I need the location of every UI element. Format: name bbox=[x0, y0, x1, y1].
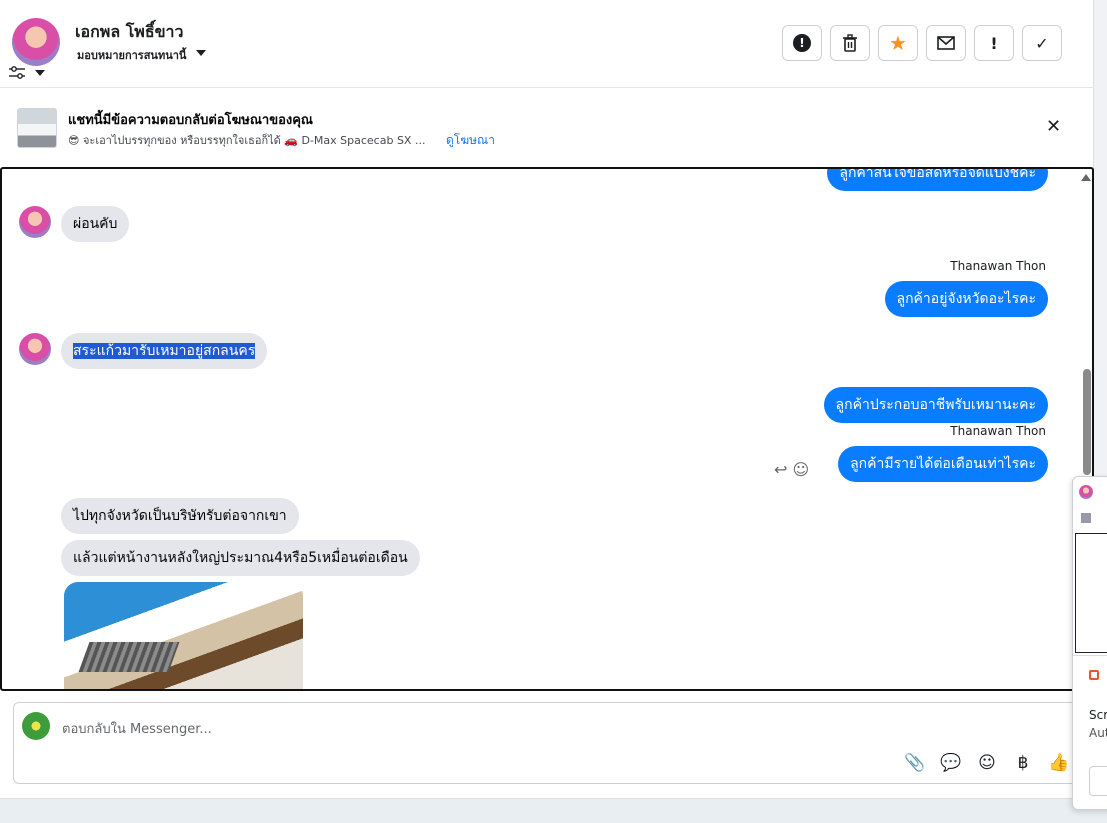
avatar[interactable] bbox=[19, 206, 51, 238]
sender-name: Thanawan Thon bbox=[950, 259, 1046, 273]
avatar bbox=[1079, 485, 1093, 499]
mark-done-button[interactable]: ✓ bbox=[1022, 25, 1062, 61]
ad-banner-title: แชทนี้มีข้อความตอบกลับต่อโฆษณาของคุณ bbox=[68, 113, 313, 128]
scissors-icon bbox=[1089, 670, 1099, 680]
chevron-down-icon[interactable] bbox=[35, 70, 45, 76]
message-bubble-outgoing[interactable]: ลูกค้าอยู่จังหวัดอะไรคะ bbox=[884, 281, 1048, 317]
notification-card[interactable]: Scr Aut bbox=[1073, 655, 1107, 809]
check-icon: ✓ bbox=[1035, 33, 1049, 53]
sender-name: Thanawan Thon bbox=[950, 424, 1046, 438]
saved-reply-icon[interactable]: 💬 bbox=[939, 751, 963, 775]
view-ad-link[interactable]: ดูโฆษณา bbox=[446, 131, 495, 150]
assign-conversation-dropdown[interactable]: มอบหมายการสนทนานี้ bbox=[77, 46, 186, 64]
ad-banner-subtitle: 😎 จะเอาไปบรรทุกของ หรือบรรทุกใจเธอก็ได้ … bbox=[68, 134, 426, 147]
thumbs-up-icon[interactable]: 👍 bbox=[1047, 751, 1071, 775]
reply-react-icons[interactable]: ↩ ☺ bbox=[774, 460, 809, 479]
message-bubble-incoming[interactable]: สระแก้วมารับเหมาอยู่สกลนคร bbox=[61, 333, 268, 369]
trash-icon bbox=[843, 34, 857, 52]
chevron-down-icon[interactable] bbox=[196, 50, 206, 56]
star-button[interactable]: ★ bbox=[878, 25, 918, 61]
message-bubble-incoming[interactable]: ไปทุกจังหวัดเป็นบริษัทรับต่อจากเขา bbox=[61, 498, 299, 534]
avatar[interactable] bbox=[19, 333, 51, 365]
selected-text: สระแก้วมารับเหมาอยู่สกลนคร bbox=[73, 343, 256, 359]
bottom-strip bbox=[0, 798, 1107, 823]
message-bubble-outgoing[interactable]: ลูกค้าสนใจข้อสดหรือจัดแบ่งชิคะ bbox=[827, 169, 1048, 191]
message-bubble-outgoing[interactable]: ลูกค้ามีรายได้ต่อเดือนเท่าไรคะ bbox=[838, 446, 1048, 482]
close-icon[interactable]: ✕ bbox=[1046, 116, 1061, 137]
scroll-up-arrow-icon[interactable] bbox=[1081, 174, 1091, 181]
scrollbar-thumb[interactable] bbox=[1083, 369, 1091, 475]
follow-up-button[interactable]: ! bbox=[974, 25, 1014, 61]
message-bubble-outgoing[interactable]: ลูกค้าประกอบอาชีพรับเหมานะคะ bbox=[823, 387, 1048, 423]
ad-thumbnail[interactable] bbox=[17, 108, 57, 148]
ad-reply-banner: แชทนี้มีข้อความตอบกลับต่อโฆษณาของคุณ 😎 จ… bbox=[0, 89, 1094, 167]
paperclip-icon[interactable]: 📎 bbox=[903, 751, 927, 775]
avatar[interactable] bbox=[12, 18, 60, 66]
star-icon: ★ bbox=[889, 31, 907, 55]
photo-attachment[interactable] bbox=[64, 582, 303, 689]
inbox-panel: เอกพล โพธิ์ขาว มอบหมายการสนทนานี้ ! ★ ! … bbox=[0, 0, 1094, 798]
contact-name[interactable]: เอกพล โพธิ์ขาว bbox=[75, 20, 184, 45]
alert-circle-icon: ! bbox=[793, 34, 811, 52]
message-thread[interactable]: ลูกค้าสนใจข้อสดหรือจัดแบ่งชิคะ ผ่อนคับ T… bbox=[0, 167, 1094, 691]
exclamation-icon: ! bbox=[990, 33, 998, 53]
notification-line-1: Scr bbox=[1089, 708, 1107, 722]
mark-spam-button[interactable]: ! bbox=[782, 25, 822, 61]
notification-button[interactable] bbox=[1089, 766, 1107, 796]
filter-sliders-icon[interactable] bbox=[8, 66, 26, 80]
conversation-header: เอกพล โพธิ์ขาว มอบหมายการสนทนานี้ ! ★ ! … bbox=[0, 0, 1094, 88]
page-avatar bbox=[22, 712, 50, 740]
delete-button[interactable] bbox=[830, 25, 870, 61]
mark-unread-button[interactable] bbox=[926, 25, 966, 61]
reply-input[interactable]: ตอบกลับใน Messenger... bbox=[62, 718, 212, 739]
message-bubble-incoming[interactable]: ผ่อนคับ bbox=[61, 206, 130, 242]
message-bubble-incoming[interactable]: แล้วแต่หน้างานหลังใหญ่ประมาณ4หรือ5เหมื่อ… bbox=[61, 540, 420, 576]
floating-chat-preview[interactable]: Scr Aut bbox=[1072, 476, 1107, 810]
preview-frame bbox=[1075, 533, 1107, 653]
photo-roof-detail bbox=[78, 642, 180, 672]
reply-composer[interactable]: ตอบกลับใน Messenger... 📎 💬 ☺ ฿ 👍 bbox=[13, 702, 1093, 784]
emoji-icon[interactable]: ☺ bbox=[975, 751, 999, 775]
baht-icon[interactable]: ฿ bbox=[1011, 751, 1035, 775]
ad-thumbnail bbox=[1081, 513, 1091, 523]
envelope-icon bbox=[937, 36, 955, 50]
notification-line-2: Aut bbox=[1089, 726, 1107, 740]
